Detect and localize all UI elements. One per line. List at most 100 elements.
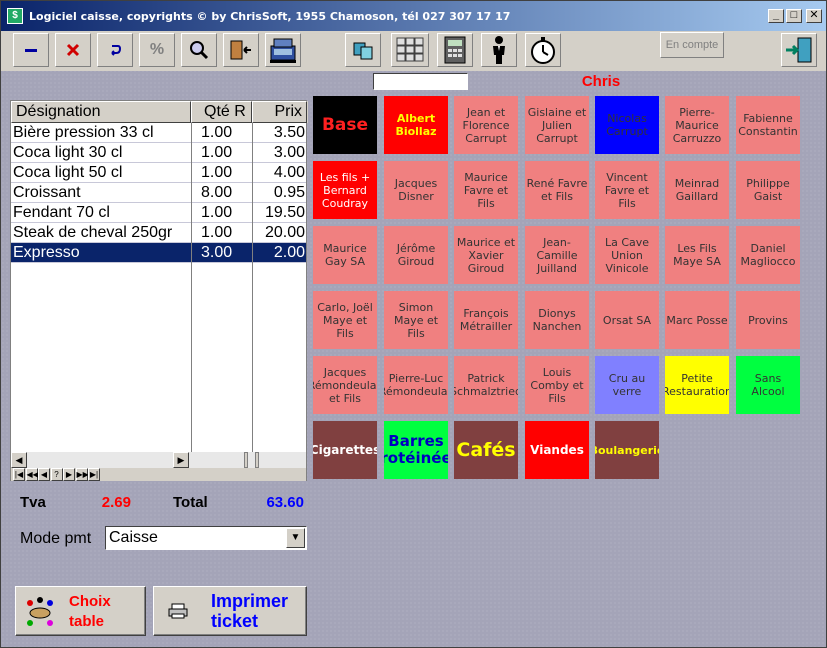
tile-button[interactable]: Fabienne Constantin [736,96,800,154]
tile-button[interactable]: Carlo, Joël Maye et Fils [313,291,377,349]
close-button[interactable]: ✕ [806,9,822,23]
column-header-price[interactable]: Prix [252,101,307,123]
nav-help-button[interactable]: ? [50,468,63,481]
quit-button[interactable] [781,33,817,67]
en-compte-button[interactable]: En compte [660,32,724,58]
tile-button[interactable]: Boulangerie [595,421,659,479]
nav-prev-page-button[interactable]: ◀◀ [25,468,39,481]
tile-button[interactable]: Nicolas Carrupt [595,96,659,154]
scroll-thumb[interactable] [244,452,248,468]
tile-button[interactable]: La Cave Union Vinicole [595,226,659,284]
horizontal-scrollbar[interactable]: ◀ ▶ [11,452,306,468]
tile-button[interactable]: Base [313,96,377,154]
tile-button[interactable]: François Métrailler [454,291,518,349]
tile-button[interactable]: Les Fils Maye SA [665,226,729,284]
tile-button[interactable]: Maurice Gay SA [313,226,377,284]
imprimer-label-2: ticket [211,611,259,631]
tile-button[interactable]: Pierre-Maurice Carruzzo [665,96,729,154]
table-row[interactable]: Croissant 8.00 0.95 [11,183,306,203]
tile-button[interactable]: Patrick Schmalztried [454,356,518,414]
tile-button[interactable]: Simon Maye et Fils [384,291,448,349]
scroll-left-arrow[interactable]: ◀ [11,452,27,468]
column-header-designation[interactable]: Désignation [11,101,191,123]
table-row[interactable]: Coca light 30 cl 1.00 3.00 [11,143,306,163]
tile-button[interactable]: René Favre et Fils [525,161,589,219]
tile-label: Meinrad Gaillard [674,177,720,203]
tile-label: Jacques Rémondeulaz et Fils [313,365,377,405]
waiter-button[interactable] [481,33,517,67]
tile-button[interactable]: Marc Posse [665,291,729,349]
exit-door-icon [786,37,812,63]
table-row[interactable]: Fendant 70 cl 1.00 19.50 [11,203,306,223]
keypad-button[interactable] [391,33,429,67]
stopwatch-button[interactable] [525,33,561,67]
nav-next-page-button[interactable]: ▶▶ [75,468,89,481]
tile-button[interactable]: Jacques Rémondeulaz et Fils [313,356,377,414]
tile-button[interactable]: Barres rotéinée [384,421,448,479]
imprimer-label-1: Imprimer [211,591,289,611]
minimize-button[interactable]: _ [768,9,784,23]
tile-label: Jean et Florence Carrupt [462,105,510,145]
user-input[interactable] [373,73,468,90]
transfer-button[interactable] [345,33,381,67]
tile-button[interactable]: Cafés [454,421,518,479]
cash-register-button[interactable] [265,33,301,67]
order-grid[interactable]: Désignation Qté R Prix Bière pression 33… [10,100,308,481]
exit-door-button[interactable] [223,33,259,67]
keypad-icon [396,37,424,62]
tile-button[interactable]: Albert Biollaz [384,96,448,154]
table-row[interactable]: Expresso 3.00 2.00 [11,243,306,263]
tile-button[interactable]: Vincent Favre et Fils [595,161,659,219]
search-button[interactable] [181,33,217,67]
tile-button[interactable]: Cru au verre [595,356,659,414]
tile-button[interactable]: Meinrad Gaillard [665,161,729,219]
tile-button[interactable]: Petite Restauration [665,356,729,414]
table-row[interactable]: Coca light 50 cl 1.00 4.00 [11,163,306,183]
percent-button[interactable]: % [139,33,175,67]
tile-button[interactable]: Les fils + Bernard Coudray [313,161,377,219]
tile-label: Maurice et Xavier Giroud [456,235,516,275]
chevron-down-icon[interactable]: ▼ [286,528,305,548]
tile-button[interactable]: Maurice et Xavier Giroud [454,226,518,284]
tile-button[interactable]: Gislaine et Julien Carrupt [525,96,589,154]
tile-button[interactable]: Philippe Gaist [736,161,800,219]
column-divider [191,123,192,453]
delete-x-icon [66,43,80,57]
table-row[interactable]: Steak de cheval 250gr 1.00 20.00 [11,223,306,243]
tile-button[interactable]: Cigarettes [313,421,377,479]
tile-button[interactable]: Pierre-Luc Rémondeulaz [384,356,448,414]
nav-last-button[interactable]: ▶| [88,468,100,481]
tile-button[interactable]: Viandes [525,421,589,479]
undo-button[interactable] [97,33,133,67]
tile-label: Pierre-Luc Rémondeulaz [384,372,448,398]
tile-label: Jacques Disner [394,177,438,203]
tile-button[interactable]: Louis Comby et Fils [525,356,589,414]
total-value: 63.60 [266,494,304,511]
tile-button[interactable]: Dionys Nanchen [525,291,589,349]
tile-label: Cru au verre [608,372,646,398]
nav-first-button[interactable]: |◀ [13,468,25,481]
scroll-thumb[interactable] [255,452,259,468]
column-header-qty[interactable]: Qté R [191,101,252,123]
maximize-button[interactable]: □ [786,9,802,23]
nav-prev-button[interactable]: ◀ [38,468,50,481]
scroll-right-arrow[interactable]: ▶ [173,452,189,468]
tile-button[interactable]: Provins [736,291,800,349]
tile-button[interactable]: Daniel Magliocco [736,226,800,284]
tile-button[interactable]: Maurice Favre et Fils [454,161,518,219]
tile-button[interactable]: Jérôme Giroud [384,226,448,284]
minus-button[interactable] [13,33,49,67]
tile-button[interactable]: Jean et Florence Carrupt [454,96,518,154]
tile-button[interactable]: Sans Alcool [736,356,800,414]
tile-button[interactable]: Orsat SA [595,291,659,349]
nav-next-button[interactable]: ▶ [63,468,75,481]
tile-label: Jean-Camille Juilland [536,235,578,275]
imprimer-ticket-button[interactable]: Imprimer ticket [153,586,307,636]
delete-button[interactable] [55,33,91,67]
tile-button[interactable]: Jacques Disner [384,161,448,219]
payment-mode-select[interactable]: Caisse ▼ [105,526,307,550]
tile-button[interactable]: Jean-Camille Juilland [525,226,589,284]
choix-table-button[interactable]: Choix table [15,586,146,636]
table-row[interactable]: Bière pression 33 cl 1.00 3.50 [11,123,306,143]
calculator-button[interactable] [437,33,473,67]
